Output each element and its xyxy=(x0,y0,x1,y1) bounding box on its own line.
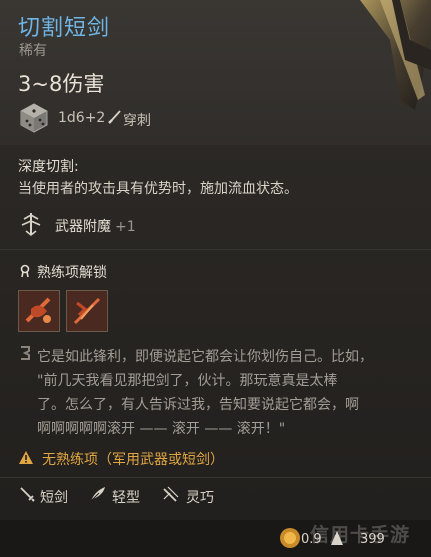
lunge-skill-icon xyxy=(67,291,107,331)
enchant-bonus: +1 xyxy=(115,219,136,235)
feather-icon xyxy=(90,487,105,502)
quote-icon xyxy=(21,346,30,360)
passive-description: 当使用者的攻击具有优势时，施加流血状态。 xyxy=(18,181,298,197)
lore-line: 它是如此锋利，即便说起它都会让你划伤自己。比如， xyxy=(37,349,373,365)
warning-icon xyxy=(19,451,33,464)
damage-dice: 1d6+2 xyxy=(58,110,106,126)
item-name: 切割短剑 xyxy=(18,16,111,41)
enchant-label: 武器附魔 xyxy=(55,219,111,235)
piercing-icon xyxy=(108,110,121,124)
passive-name: 深度切割: xyxy=(18,159,79,175)
divider xyxy=(0,477,431,478)
item-rarity: 稀有 xyxy=(19,43,47,59)
finesse-icon xyxy=(163,486,179,502)
item-tooltip: 切割短剑 稀有 3~8伤害 1d6+2 穿刺 深度切割: 当使用者的攻击具有优势… xyxy=(0,0,431,557)
item-damage: 3~8伤害 xyxy=(18,72,105,96)
skill-icon[interactable] xyxy=(18,290,60,332)
lore-line: 啊啊啊啊啊滚开 —— 滚开 —— 滚开！" xyxy=(37,421,286,437)
dice-icon xyxy=(20,103,48,133)
property-label: 灵巧 xyxy=(186,490,214,506)
proficiency-title: 熟练项解锁 xyxy=(37,265,107,281)
enchant-icon xyxy=(21,213,41,237)
divider xyxy=(0,249,431,250)
skill-icon[interactable] xyxy=(66,290,108,332)
slash-skill-icon xyxy=(19,291,59,331)
property-label: 轻型 xyxy=(112,490,140,506)
enchant-row: 武器附魔 +1 xyxy=(55,216,136,236)
lore-text: 它是如此锋利，即便说起它都会让你划伤自己。比如， "前几天我看见那把剑了，伙计。… xyxy=(37,345,417,441)
coin-icon xyxy=(280,528,300,548)
damage-type: 穿刺 xyxy=(123,113,151,129)
lore-line: "前几天我看见那把剑了，伙计。那玩意真是太棒 xyxy=(37,373,338,389)
dagger-icon xyxy=(20,487,35,502)
proficiency-warning: 无熟练项（军用武器或短剑） xyxy=(42,452,224,468)
weapon-art-icon xyxy=(360,0,431,110)
watermark: 信用卡手游 xyxy=(310,524,411,546)
lore-line: 了。怎么了，有人告诉过我，告知要说起它都会，啊 xyxy=(37,397,359,413)
unlock-icon xyxy=(20,264,30,278)
property-label: 短剑 xyxy=(40,490,68,506)
